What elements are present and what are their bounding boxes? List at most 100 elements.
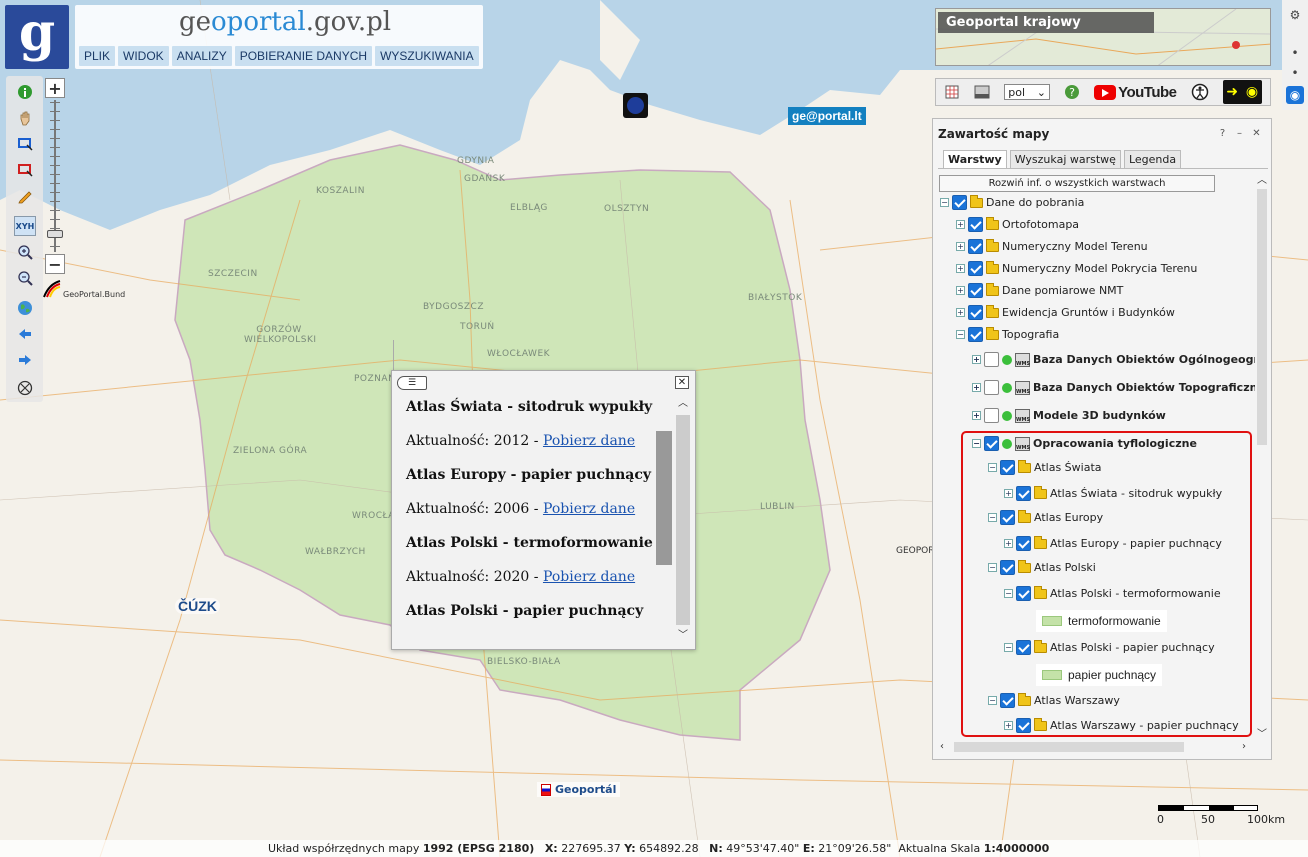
zoom-in-icon[interactable]: [14, 242, 36, 262]
tree-node[interactable]: + WMS Modele 3D budynków: [972, 408, 1166, 423]
expand-icon[interactable]: +: [956, 286, 965, 295]
collapse-icon[interactable]: −: [988, 513, 997, 522]
tree-node[interactable]: + Atlas Europy - papier puchnący: [1004, 535, 1222, 551]
collapse-icon[interactable]: −: [988, 563, 997, 572]
tree-node[interactable]: − Atlas Warszawy: [988, 692, 1120, 708]
tab-wyszukaj-warstwe[interactable]: Wyszukaj warstwę: [1009, 150, 1121, 169]
tree-node[interactable]: + Numeryczny Model Pokrycia Terenu: [956, 260, 1197, 276]
expand-all-button[interactable]: Rozwiń inf. o wszystkich warstwach: [939, 175, 1215, 192]
menu-pobieranie-danych[interactable]: POBIERANIE DANYCH: [234, 46, 373, 66]
layer-checkbox[interactable]: [968, 305, 983, 320]
cz-geoportal-logo[interactable]: ČÚZK: [175, 598, 220, 614]
expand-icon[interactable]: +: [1004, 721, 1013, 730]
globe-icon[interactable]: [14, 298, 36, 318]
zoom-handle[interactable]: [47, 230, 63, 238]
close-icon[interactable]: ✕: [1250, 127, 1263, 140]
layer-checkbox[interactable]: [1016, 718, 1031, 733]
expand-icon[interactable]: +: [972, 355, 981, 364]
layer-checkbox[interactable]: [1000, 510, 1015, 525]
tree-node[interactable]: − Atlas Polski - papier puchnący: [1004, 639, 1215, 655]
collapse-icon[interactable]: −: [988, 463, 997, 472]
expand-icon[interactable]: +: [956, 242, 965, 251]
wms-icon[interactable]: [974, 83, 990, 101]
layer-checkbox[interactable]: [1000, 693, 1015, 708]
chevron-down-icon[interactable]: ﹀: [676, 629, 690, 643]
tree-node[interactable]: − Atlas Polski - termoformowanie: [1004, 585, 1221, 601]
panel-horizontal-scrollbar[interactable]: ‹ ›: [936, 739, 1256, 755]
expand-icon[interactable]: +: [956, 264, 965, 273]
collapse-icon[interactable]: −: [940, 198, 949, 207]
dot-icon[interactable]: •: [1286, 64, 1304, 82]
layer-checkbox[interactable]: [968, 327, 983, 342]
scroll-track[interactable]: [676, 415, 690, 625]
sk-geoportal-logo[interactable]: Geoportál: [537, 782, 621, 797]
popup-scrollbar[interactable]: ︿ ﹀: [656, 397, 690, 645]
tree-node[interactable]: − Atlas Świata: [988, 459, 1102, 475]
eye-icon[interactable]: ◉: [1286, 86, 1304, 104]
scroll-thumb[interactable]: [1257, 189, 1267, 445]
tree-node[interactable]: + Atlas Świata - sitodruk wypukły: [1004, 485, 1222, 501]
lt-geoportal-logo[interactable]: ge@portal.lt: [788, 107, 866, 125]
select-rect-icon[interactable]: [14, 134, 36, 154]
expand-icon[interactable]: +: [972, 411, 981, 420]
back-icon[interactable]: [14, 324, 36, 344]
download-link[interactable]: Pobierz dane: [543, 433, 635, 449]
layer-checkbox[interactable]: [984, 352, 999, 367]
tree-node[interactable]: + Ewidencja Gruntów i Budynków: [956, 304, 1175, 320]
layer-checkbox[interactable]: [968, 261, 983, 276]
tree-node[interactable]: + WMS Baza Danych Obiektów Topograficznych: [972, 380, 1255, 395]
brand-title[interactable]: geoportal.gov.pl: [179, 7, 391, 37]
pencil-icon[interactable]: [14, 186, 36, 206]
panel-vertical-scrollbar[interactable]: ︿ ﹀: [1255, 171, 1269, 741]
settings-icon[interactable]: ⚙: [1286, 6, 1304, 24]
tab-warstwy[interactable]: Warstwy: [943, 150, 1007, 169]
youtube-link[interactable]: YouTube: [1094, 84, 1177, 101]
collapse-icon[interactable]: −: [972, 439, 981, 448]
dot-icon[interactable]: •: [1286, 44, 1304, 62]
layer-checkbox[interactable]: [1000, 460, 1015, 475]
close-icon[interactable]: ✕: [675, 376, 689, 389]
collapse-icon[interactable]: −: [1004, 589, 1013, 598]
expand-icon[interactable]: +: [956, 308, 965, 317]
zoom-out-button[interactable]: −: [45, 254, 65, 274]
high-contrast-button[interactable]: ➜ ◉: [1222, 80, 1262, 104]
grid-icon[interactable]: [944, 83, 960, 101]
language-select[interactable]: pol ⌄: [1004, 84, 1050, 100]
scroll-thumb[interactable]: [954, 742, 1184, 752]
chevron-up-icon[interactable]: ︿: [676, 397, 690, 411]
chevron-left-icon[interactable]: ‹: [940, 741, 944, 752]
menu-widok[interactable]: WIDOK: [118, 46, 169, 66]
menu-wyszukiwania[interactable]: WYSZUKIWANIA: [375, 46, 479, 66]
tree-node[interactable]: + Ortofotomapa: [956, 216, 1079, 232]
overview-map[interactable]: Geoportal krajowy: [935, 8, 1271, 66]
expand-icon[interactable]: +: [1004, 489, 1013, 498]
geoportal-logo[interactable]: g: [5, 5, 69, 69]
minimize-icon[interactable]: –: [1233, 127, 1246, 140]
collapse-icon[interactable]: −: [988, 696, 997, 705]
layer-checkbox[interactable]: [968, 217, 983, 232]
tree-node[interactable]: − Atlas Europy: [988, 509, 1103, 525]
layer-checkbox[interactable]: [1016, 486, 1031, 501]
forward-icon[interactable]: [14, 350, 36, 370]
layer-checkbox[interactable]: [968, 283, 983, 298]
de-geoportal-link[interactable]: GeoPortal.Bund: [63, 290, 125, 299]
accessibility-icon[interactable]: [1191, 83, 1209, 101]
menu-analizy[interactable]: ANALIZY: [171, 46, 232, 66]
tab-legenda[interactable]: Legenda: [1123, 150, 1182, 169]
tree-node[interactable]: − Topografia: [956, 326, 1059, 342]
layer-checkbox[interactable]: [1016, 536, 1031, 551]
scroll-thumb[interactable]: [656, 431, 672, 565]
menu-plik[interactable]: PLIK: [79, 46, 116, 66]
expand-icon[interactable]: +: [956, 220, 965, 229]
tree-node[interactable]: − Atlas Polski: [988, 559, 1096, 575]
collapse-icon[interactable]: −: [956, 330, 965, 339]
download-link[interactable]: Pobierz dane: [543, 501, 635, 517]
list-icon[interactable]: ☰: [397, 376, 427, 390]
tree-node[interactable]: + Dane pomiarowe NMT: [956, 282, 1123, 298]
measure-icon[interactable]: [14, 378, 36, 398]
layer-checkbox[interactable]: [1016, 586, 1031, 601]
layer-checkbox[interactable]: [952, 195, 967, 210]
collapse-icon[interactable]: −: [1004, 643, 1013, 652]
layer-checkbox[interactable]: [984, 436, 999, 451]
chevron-up-icon[interactable]: ︿: [1257, 171, 1267, 186]
